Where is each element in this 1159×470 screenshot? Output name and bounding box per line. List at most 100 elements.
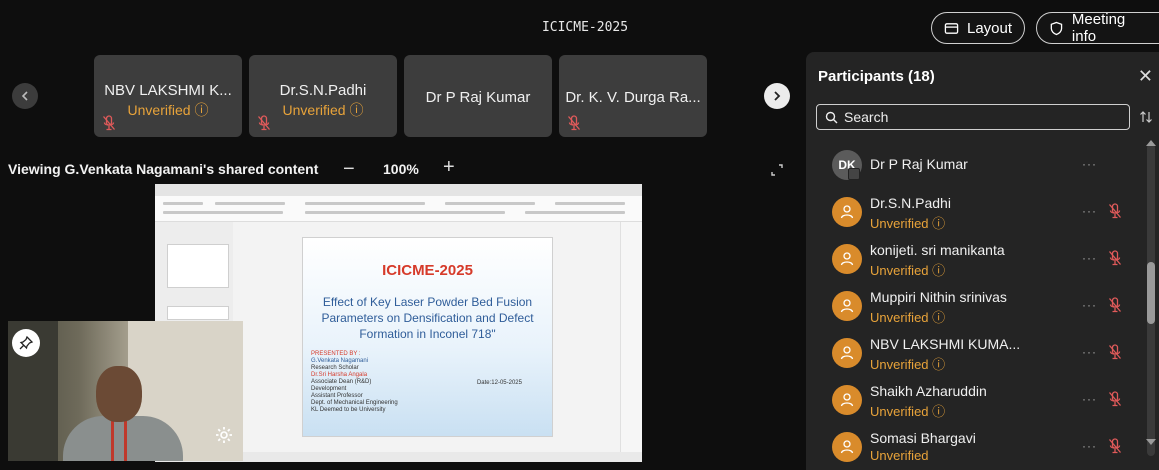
slide-thumbnail[interactable] — [167, 306, 229, 320]
app-tab-bar — [155, 184, 642, 196]
person-head — [96, 366, 142, 422]
video-tile[interactable]: Dr.S.N.Padhi Unverified ⓘ — [249, 55, 397, 137]
scroll-down-arrow[interactable] — [1146, 439, 1156, 445]
participant-status-label: Unverified — [870, 263, 929, 278]
slide-thumbnail[interactable] — [167, 244, 229, 288]
tile-name: Dr.S.N.Padhi — [279, 82, 367, 99]
help-icon: ⓘ — [932, 310, 946, 325]
tiles-next-button[interactable] — [764, 83, 790, 109]
meeting-title: ICICME-2025 — [541, 20, 629, 35]
participant-name: Muppiri Nithin srinivas — [870, 289, 1007, 305]
mic-off-icon[interactable] — [1108, 297, 1122, 313]
participant-row[interactable]: DK Dr P Raj Kumar ··· — [806, 142, 1141, 188]
zoom-level: 100% — [383, 161, 419, 177]
help-icon: ⓘ — [932, 404, 946, 419]
more-options-icon[interactable]: ··· — [1082, 298, 1097, 312]
help-icon: ⓘ — [349, 102, 364, 118]
tile-status-label: Unverified — [127, 102, 191, 118]
meeting-info-button[interactable]: Meeting info — [1036, 11, 1159, 45]
presenter-name: G.Venkata Nagamani — [311, 358, 369, 364]
participants-panel: Participants (18) ✕ Search DK Dr P Raj K… — [806, 52, 1159, 470]
pin-icon — [19, 335, 34, 350]
mic-off-icon[interactable] — [1108, 438, 1122, 454]
slide-title: ICICME-2025 — [382, 262, 473, 279]
chevron-left-icon — [21, 91, 28, 101]
user-icon — [840, 252, 854, 266]
participant-status: Unverified ⓘ — [870, 401, 945, 420]
user-icon — [840, 393, 854, 407]
zoom-in-button[interactable]: + — [443, 156, 455, 179]
search-icon — [825, 111, 838, 123]
shield-icon — [1050, 21, 1063, 35]
sort-icon[interactable] — [1139, 110, 1153, 124]
person-lanyard — [111, 419, 127, 461]
avatar — [832, 432, 862, 462]
more-options-icon[interactable]: ··· — [1082, 439, 1097, 453]
more-options-icon[interactable]: ··· — [1082, 204, 1097, 218]
participant-row[interactable]: NBV LAKSHMI KUMA... Unverified ⓘ ··· — [806, 330, 1141, 376]
participant-status: Unverified ⓘ — [870, 260, 945, 279]
participant-row[interactable]: konijeti. sri manikanta Unverified ⓘ ··· — [806, 236, 1141, 282]
mic-off-icon[interactable] — [1108, 344, 1122, 360]
app-side-toolbar — [620, 222, 642, 452]
help-icon: ⓘ — [932, 263, 946, 278]
participant-name: Somasi Bhargavi — [870, 430, 976, 446]
participant-row[interactable]: Muppiri Nithin srinivas Unverified ⓘ ··· — [806, 283, 1141, 329]
device-icon — [848, 168, 860, 180]
help-icon: ⓘ — [932, 216, 946, 231]
participant-row[interactable]: Shaikh Azharuddin Unverified ⓘ ··· — [806, 377, 1141, 423]
layout-button[interactable]: Layout — [931, 12, 1026, 44]
layout-icon — [944, 22, 959, 34]
more-options-icon[interactable]: ··· — [1082, 392, 1097, 406]
scroll-up-arrow[interactable] — [1146, 140, 1156, 146]
more-options-icon[interactable]: ··· — [1082, 251, 1097, 265]
mic-off-icon — [568, 115, 580, 131]
more-options-icon[interactable]: ··· — [1082, 157, 1097, 171]
participant-status-label: Unverified — [870, 310, 929, 325]
more-options-icon[interactable]: ··· — [1082, 345, 1097, 359]
guide-detail: Development — [311, 386, 347, 392]
video-tile[interactable]: Dr P Raj Kumar — [404, 55, 552, 137]
participant-name: NBV LAKSHMI KUMA... — [870, 336, 1021, 352]
avatar — [832, 197, 862, 227]
pin-button[interactable] — [12, 329, 40, 357]
participant-row[interactable]: Somasi Bhargavi Unverified ··· — [806, 424, 1141, 470]
slide-date: Date:12-05-2025 — [476, 380, 522, 386]
participant-status: Unverified ⓘ — [870, 354, 945, 373]
search-placeholder: Search — [844, 109, 889, 125]
video-tile[interactable]: NBV LAKSHMI K... Unverified ⓘ — [94, 55, 242, 137]
close-icon[interactable]: ✕ — [1138, 66, 1153, 87]
mic-off-icon[interactable] — [1108, 391, 1122, 407]
avatar — [832, 291, 862, 321]
tile-name: Dr. K. V. Durga Ra... — [565, 89, 701, 106]
gear-icon[interactable] — [214, 425, 234, 445]
meeting-info-label: Meeting info — [1071, 11, 1126, 45]
participant-row[interactable]: Dr.S.N.Padhi Unverified ⓘ ··· — [806, 189, 1141, 235]
guide-name: Dr.Sri Harsha Angala — [311, 372, 368, 378]
video-tile[interactable]: Dr. K. V. Durga Ra... — [559, 55, 707, 137]
slide-canvas: ICICME-2025 Effect of Key Laser Powder B… — [302, 237, 553, 437]
user-icon — [840, 346, 854, 360]
meeting-window: ICICME-2025 Layout Meeting info NBV LAKS… — [0, 0, 1159, 470]
tile-status-label: Unverified — [282, 102, 346, 118]
avatar — [832, 338, 862, 368]
search-input[interactable]: Search — [816, 104, 1130, 130]
self-video[interactable] — [8, 321, 243, 461]
user-icon — [840, 440, 854, 454]
guide-detail: KL Deemed to be University — [311, 407, 386, 413]
app-ribbon — [155, 196, 642, 222]
participant-status: Unverified ⓘ — [870, 213, 945, 232]
mic-off-icon[interactable] — [1108, 250, 1122, 266]
mic-off-icon — [258, 115, 270, 131]
help-icon: ⓘ — [194, 102, 209, 118]
guide-detail: Dept. of Mechanical Engineering — [311, 400, 398, 406]
tile-name: Dr P Raj Kumar — [425, 89, 531, 106]
scrollbar-thumb[interactable] — [1147, 262, 1155, 324]
expand-icon[interactable] — [769, 162, 785, 178]
presented-by-label: PRESENTED BY : — [311, 351, 361, 357]
zoom-out-button[interactable]: − — [343, 158, 355, 181]
avatar — [832, 385, 862, 415]
participant-name: Dr.S.N.Padhi — [870, 195, 951, 211]
mic-off-icon[interactable] — [1108, 203, 1122, 219]
tiles-prev-button[interactable] — [12, 83, 38, 109]
